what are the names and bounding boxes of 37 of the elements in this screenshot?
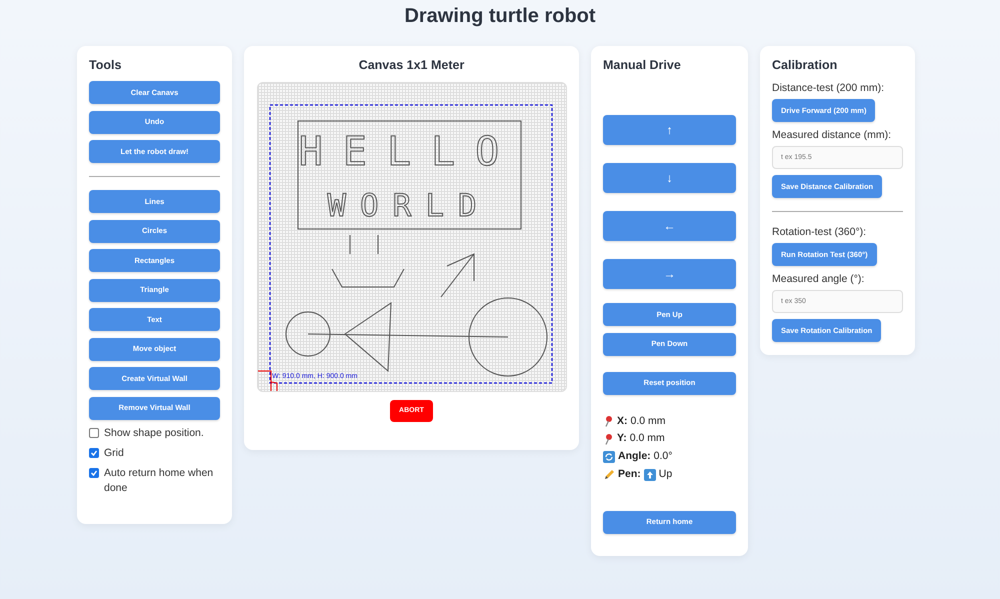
field-label: Measured distance (mm): (772, 128, 892, 144)
status-label: Pen: (618, 466, 641, 482)
button[interactable]: → (603, 259, 736, 289)
pin-icon (603, 433, 614, 446)
checkbox-label: Grid (104, 446, 124, 461)
status-value: 0.0° (654, 449, 672, 464)
panel-title: Calibration (772, 58, 838, 73)
status-value: Up (658, 466, 672, 482)
triangle-shape (344, 302, 392, 372)
status-value: 0.0 mm (630, 414, 666, 428)
status-label: Angle: (618, 449, 651, 464)
page-title: Drawing turtle robot (403, 4, 597, 28)
panel-title: Tools (89, 58, 122, 73)
checkbox-label: Auto return home when done (104, 466, 214, 496)
checkbox[interactable] (89, 468, 99, 478)
button[interactable]: ↓ (603, 163, 736, 193)
circle-shape (285, 312, 330, 356)
panel-title: Manual Drive (603, 58, 682, 73)
pencil-icon (603, 468, 615, 481)
pin-icon (603, 415, 614, 428)
button[interactable]: ← (603, 211, 736, 241)
line-shape (349, 234, 378, 254)
button[interactable]: ↑ (603, 115, 736, 145)
status-label: Y: (617, 431, 627, 446)
checkbox[interactable] (89, 428, 99, 438)
canvas-text: WORLD (326, 188, 490, 224)
field-label: Measured angle (°): (772, 272, 866, 288)
field-label: Distance-test (200 mm): (772, 81, 886, 96)
canvas-text: HELLO (298, 129, 519, 175)
rotate-icon (603, 450, 615, 463)
checkbox[interactable] (89, 448, 99, 458)
status-label: X: (617, 414, 628, 428)
status-value: 0.0 mm (630, 431, 665, 446)
panel-title: Canvas 1x1 Meter (358, 58, 466, 73)
arrow-up-icon (644, 468, 656, 481)
checkbox-label: Show shape position. (104, 426, 204, 441)
field-label: Rotation-test (360°): (772, 225, 868, 240)
